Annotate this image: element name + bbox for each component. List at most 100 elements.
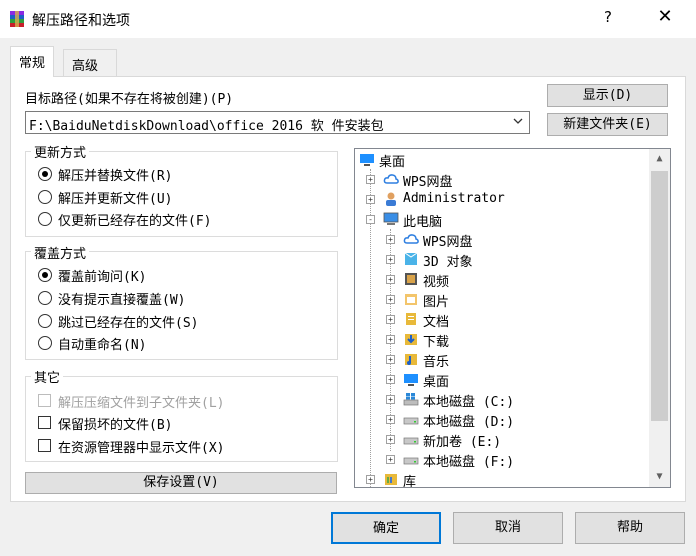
tree-item-label: 本地磁盘 (D:) — [423, 415, 515, 430]
overwrite-radio-ask[interactable] — [38, 268, 52, 282]
tree-item-label: 此电脑 — [403, 215, 443, 230]
subfolder-checkbox[interactable] — [38, 394, 51, 407]
expand-icon[interactable]: + — [366, 475, 375, 484]
tree-item[interactable]: + 下载 — [355, 329, 649, 350]
tree-item[interactable]: + 文档 — [355, 309, 649, 330]
expand-icon[interactable]: + — [386, 395, 395, 404]
downloads-icon — [403, 331, 419, 347]
expand-icon[interactable]: + — [386, 235, 395, 244]
help-title-button[interactable]: ? — [596, 8, 620, 30]
expand-icon[interactable]: + — [386, 275, 395, 284]
update-mode-radio-replace[interactable] — [38, 167, 52, 181]
tree-item-label: 下载 — [423, 335, 450, 350]
cancel-button[interactable]: 取消 — [453, 512, 563, 544]
dest-path-value: F:\BaiduNetdiskDownload\office 2016 软 件安… — [29, 119, 384, 134]
cloud-icon — [383, 171, 399, 187]
tree-item[interactable]: + 音乐 — [355, 349, 649, 370]
overwrite-label[interactable]: 没有提示直接覆盖(W) — [58, 289, 185, 308]
music-icon — [403, 351, 419, 367]
keep-broken-label[interactable]: 保留损坏的文件(B) — [58, 414, 172, 433]
tree-item-label: 图片 — [423, 295, 450, 310]
help-button[interactable]: 帮助 — [575, 512, 685, 544]
new-folder-button[interactable]: 新建文件夹(E) — [547, 113, 668, 136]
expand-icon[interactable]: + — [386, 355, 395, 364]
save-settings-button[interactable]: 保存设置(V) — [25, 472, 337, 494]
tree-item-label: 桌面 — [423, 375, 450, 390]
tree-item[interactable]: + WPS网盘 — [355, 169, 649, 190]
chevron-down-icon[interactable] — [512, 115, 524, 130]
desktop-icon — [403, 371, 419, 387]
show-button[interactable]: 显示(D) — [547, 84, 668, 107]
tree-item[interactable]: + 本地磁盘 (C:) — [355, 389, 649, 410]
close-button[interactable]: ✕ — [650, 6, 680, 32]
expand-icon[interactable]: + — [386, 255, 395, 264]
tree-item-label: Administrator — [403, 191, 505, 206]
tree-item-label: 新加卷 (E:) — [423, 435, 502, 450]
scroll-down-icon[interactable]: ▼ — [649, 467, 670, 487]
expand-icon[interactable]: + — [386, 295, 395, 304]
scroll-thumb[interactable] — [651, 171, 668, 421]
scroll-up-icon[interactable]: ▲ — [649, 149, 670, 169]
expand-icon[interactable]: + — [386, 455, 395, 464]
tree-item-label: 库 — [403, 475, 417, 488]
expand-icon[interactable]: + — [366, 175, 375, 184]
update-mode-label[interactable]: 解压并更新文件(U) — [58, 188, 172, 207]
overwrite-radio-skip[interactable] — [38, 314, 52, 328]
tree-item[interactable]: +3D 对象 — [355, 249, 649, 270]
tree-scrollbar[interactable]: ▲ ▼ — [649, 149, 670, 487]
show-in-explorer-label[interactable]: 在资源管理器中显示文件(X) — [58, 437, 224, 456]
tree-item[interactable]: + 本地磁盘 (F:) — [355, 449, 649, 470]
tree-item[interactable]: + 库 — [355, 469, 649, 488]
tree-item[interactable]: + 新加卷 (E:) — [355, 429, 649, 450]
expand-icon[interactable]: + — [386, 335, 395, 344]
tab-general[interactable]: 常规 — [10, 46, 55, 77]
overwrite-mode-title: 覆盖方式 — [31, 243, 90, 262]
expand-icon[interactable]: + — [386, 315, 395, 324]
update-mode-title: 更新方式 — [31, 142, 90, 161]
tree-item-label: 本地磁盘 (C:) — [423, 395, 515, 410]
tree-item[interactable]: + Administrator — [355, 189, 649, 209]
ok-button[interactable]: 确定 — [331, 512, 441, 544]
update-mode-label[interactable]: 解压并替换文件(R) — [58, 165, 172, 184]
desktop-icon — [359, 151, 375, 167]
3d-objects-icon — [403, 251, 419, 267]
misc-title: 其它 — [31, 367, 64, 386]
tree-item[interactable]: + 本地磁盘 (D:) — [355, 409, 649, 430]
tree-item[interactable]: + WPS网盘 — [355, 229, 649, 250]
pictures-icon — [403, 291, 419, 307]
dest-path-combobox[interactable]: F:\BaiduNetdiskDownload\office 2016 软 件安… — [25, 111, 530, 134]
drive-icon — [403, 451, 419, 467]
window-title: 解压路径和选项 — [32, 13, 130, 29]
tree-item[interactable]: + 图片 — [355, 289, 649, 310]
windows-drive-icon — [403, 391, 419, 407]
tree-item-label: 视频 — [423, 275, 450, 290]
computer-icon — [383, 211, 399, 227]
tree-item[interactable]: + 视频 — [355, 269, 649, 290]
drive-icon — [403, 431, 419, 447]
keep-broken-checkbox[interactable] — [38, 416, 51, 429]
subfolder-label[interactable]: 解压压缩文件到子文件夹(L) — [58, 392, 224, 411]
update-mode-label[interactable]: 仅更新已经存在的文件(F) — [58, 210, 211, 229]
expand-icon[interactable]: + — [386, 435, 395, 444]
tree-item[interactable]: - 此电脑 — [355, 209, 649, 230]
user-icon — [383, 191, 399, 207]
tab-advanced[interactable]: 高级 — [63, 49, 117, 76]
overwrite-label[interactable]: 跳过已经存在的文件(S) — [58, 312, 198, 331]
overwrite-radio-rename[interactable] — [38, 336, 52, 350]
tree-item-label: 文档 — [423, 315, 450, 330]
expand-icon[interactable]: + — [386, 415, 395, 424]
tree-item[interactable]: 桌面 — [355, 149, 649, 170]
overwrite-label[interactable]: 覆盖前询问(K) — [58, 266, 146, 285]
update-mode-radio-update[interactable] — [38, 190, 52, 204]
update-mode-radio-existing[interactable] — [38, 212, 52, 226]
library-icon — [383, 471, 399, 487]
collapse-icon[interactable]: - — [366, 215, 375, 224]
expand-icon[interactable]: + — [366, 195, 375, 204]
show-in-explorer-checkbox[interactable] — [38, 439, 51, 452]
tree-item[interactable]: + 桌面 — [355, 369, 649, 390]
folder-tree[interactable]: 桌面 + WPS网盘 + Administrator - 此电脑 + WPS网盘 +3D 对象 + 视… — [354, 148, 671, 488]
expand-icon[interactable]: + — [386, 375, 395, 384]
overwrite-radio-overwrite[interactable] — [38, 291, 52, 305]
tree-item-label: 音乐 — [423, 355, 450, 370]
overwrite-label[interactable]: 自动重命名(N) — [58, 334, 146, 353]
